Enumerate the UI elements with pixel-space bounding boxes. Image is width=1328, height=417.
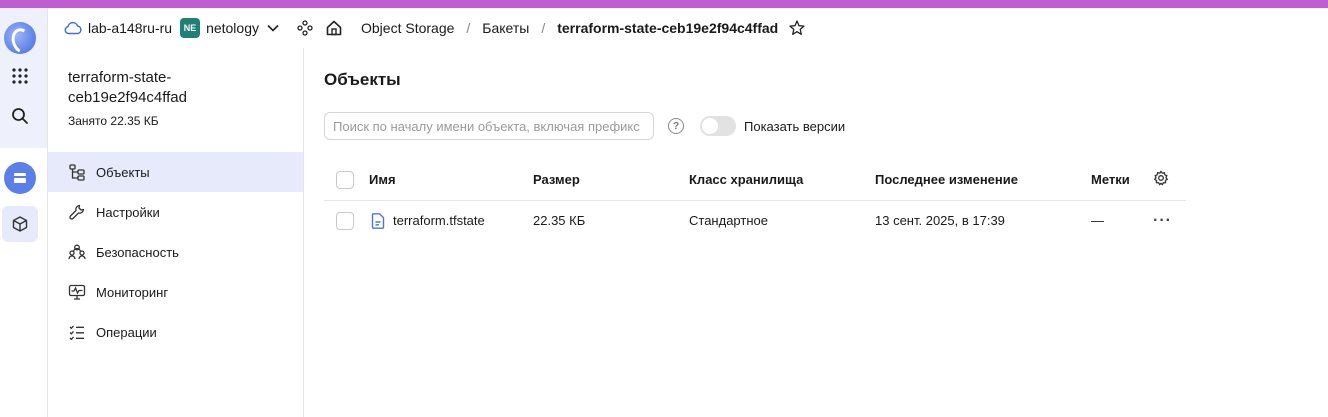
star-icon[interactable]	[788, 19, 806, 37]
select-all-checkbox[interactable]	[336, 170, 354, 189]
column-header-labels[interactable]: Метки	[1091, 160, 1153, 201]
top-header: lab-a148ru-ru NE netology Object Storage…	[48, 8, 1328, 48]
modified-cell: 13 сент. 2025, в 17:39	[875, 213, 1005, 229]
breadcrumb-separator: /	[541, 20, 546, 36]
breadcrumb-buckets[interactable]: Бакеты	[482, 20, 529, 36]
more-actions-icon[interactable]: ···	[1153, 212, 1172, 229]
sidebar-item-label: Объекты	[96, 164, 150, 180]
left-rail	[0, 8, 48, 417]
wrench-icon	[68, 203, 86, 221]
bucket-name: terraform-state-ceb19e2f94c4ffad	[68, 69, 187, 106]
size-cell: 22.35 КБ	[533, 213, 586, 229]
apps-grid-icon[interactable]	[4, 60, 36, 92]
bucket-sidebar: terraform-state-ceb19e2f94c4ffad Занято …	[48, 48, 304, 417]
file-name[interactable]: terraform.tfstate	[393, 213, 485, 228]
chevron-down-icon[interactable]	[267, 24, 279, 32]
sidebar-item-objects[interactable]: Объекты	[48, 152, 303, 192]
row-select-cell	[324, 200, 369, 241]
storage-class-cell: Стандартное	[689, 213, 768, 229]
sidebar-item-label: Настройки	[96, 204, 160, 220]
sidebar-item-settings[interactable]: Настройки	[48, 192, 303, 232]
name-cell[interactable]: terraform.tfstate	[369, 200, 533, 241]
browser-bookmark-bar	[0, 0, 1328, 8]
bucket-used-size: Занято 22.35 КБ	[68, 114, 159, 128]
package-icon[interactable]	[2, 206, 38, 242]
home-icon[interactable]	[325, 19, 343, 37]
column-header-size[interactable]: Размер	[533, 160, 689, 201]
cloud-label[interactable]: lab-a148ru-ru	[88, 20, 172, 36]
users-icon	[68, 243, 86, 261]
show-versions-toggle[interactable]	[700, 116, 736, 136]
sidebar-item-monitoring[interactable]: Мониторинг	[48, 272, 303, 312]
help-icon[interactable]: ?	[668, 118, 684, 134]
main-content: Объекты ? Показать версии Имя Размер Кла…	[304, 48, 1328, 417]
search-input[interactable]	[324, 112, 654, 140]
cloud-logo-icon[interactable]	[4, 22, 36, 54]
row-actions-cell: ···	[1153, 200, 1186, 241]
objects-icon	[68, 163, 86, 181]
gear-icon[interactable]	[1153, 170, 1169, 189]
monitor-icon	[68, 283, 86, 301]
breadcrumb-separator: /	[466, 20, 471, 36]
sidebar-item-label: Мониторинг	[96, 284, 169, 300]
column-header-storage-class[interactable]: Класс хранилища	[689, 160, 875, 201]
breadcrumb-current-bucket: terraform-state-ceb19e2f94c4ffad	[557, 20, 779, 36]
list-icon	[68, 323, 86, 341]
breadcrumb-object-storage[interactable]: Object Storage	[361, 20, 454, 36]
network-nodes-icon[interactable]	[297, 20, 313, 36]
sidebar-item-operations[interactable]: Операции	[48, 312, 303, 352]
cloud-icon[interactable]	[64, 21, 82, 35]
sidebar-item-security[interactable]: Безопасность	[48, 232, 303, 272]
search-icon[interactable]	[4, 100, 36, 132]
page-title: Объекты	[324, 70, 401, 89]
table-header-row: Имя Размер Класс хранилища Последнее изм…	[324, 160, 1186, 201]
sidebar-item-label: Безопасность	[96, 244, 179, 260]
column-settings-cell	[1153, 160, 1186, 201]
table-row[interactable]: terraform.tfstate 22.35 КБ Стандартное 1…	[324, 200, 1186, 241]
column-header-name[interactable]: Имя	[369, 160, 533, 201]
show-versions-label[interactable]: Показать версии	[744, 119, 845, 134]
file-icon	[369, 212, 387, 230]
objects-table: Имя Размер Класс хранилища Последнее изм…	[324, 160, 1186, 241]
row-checkbox[interactable]	[336, 211, 354, 230]
select-all-cell	[324, 160, 369, 201]
storage-service-icon[interactable]	[4, 162, 36, 194]
org-name[interactable]: netology	[206, 20, 259, 36]
labels-cell: —	[1091, 213, 1104, 229]
org-badge[interactable]: NE	[180, 18, 201, 38]
sidebar-item-label: Операции	[96, 324, 157, 340]
column-header-modified[interactable]: Последнее изменение	[875, 160, 1091, 201]
